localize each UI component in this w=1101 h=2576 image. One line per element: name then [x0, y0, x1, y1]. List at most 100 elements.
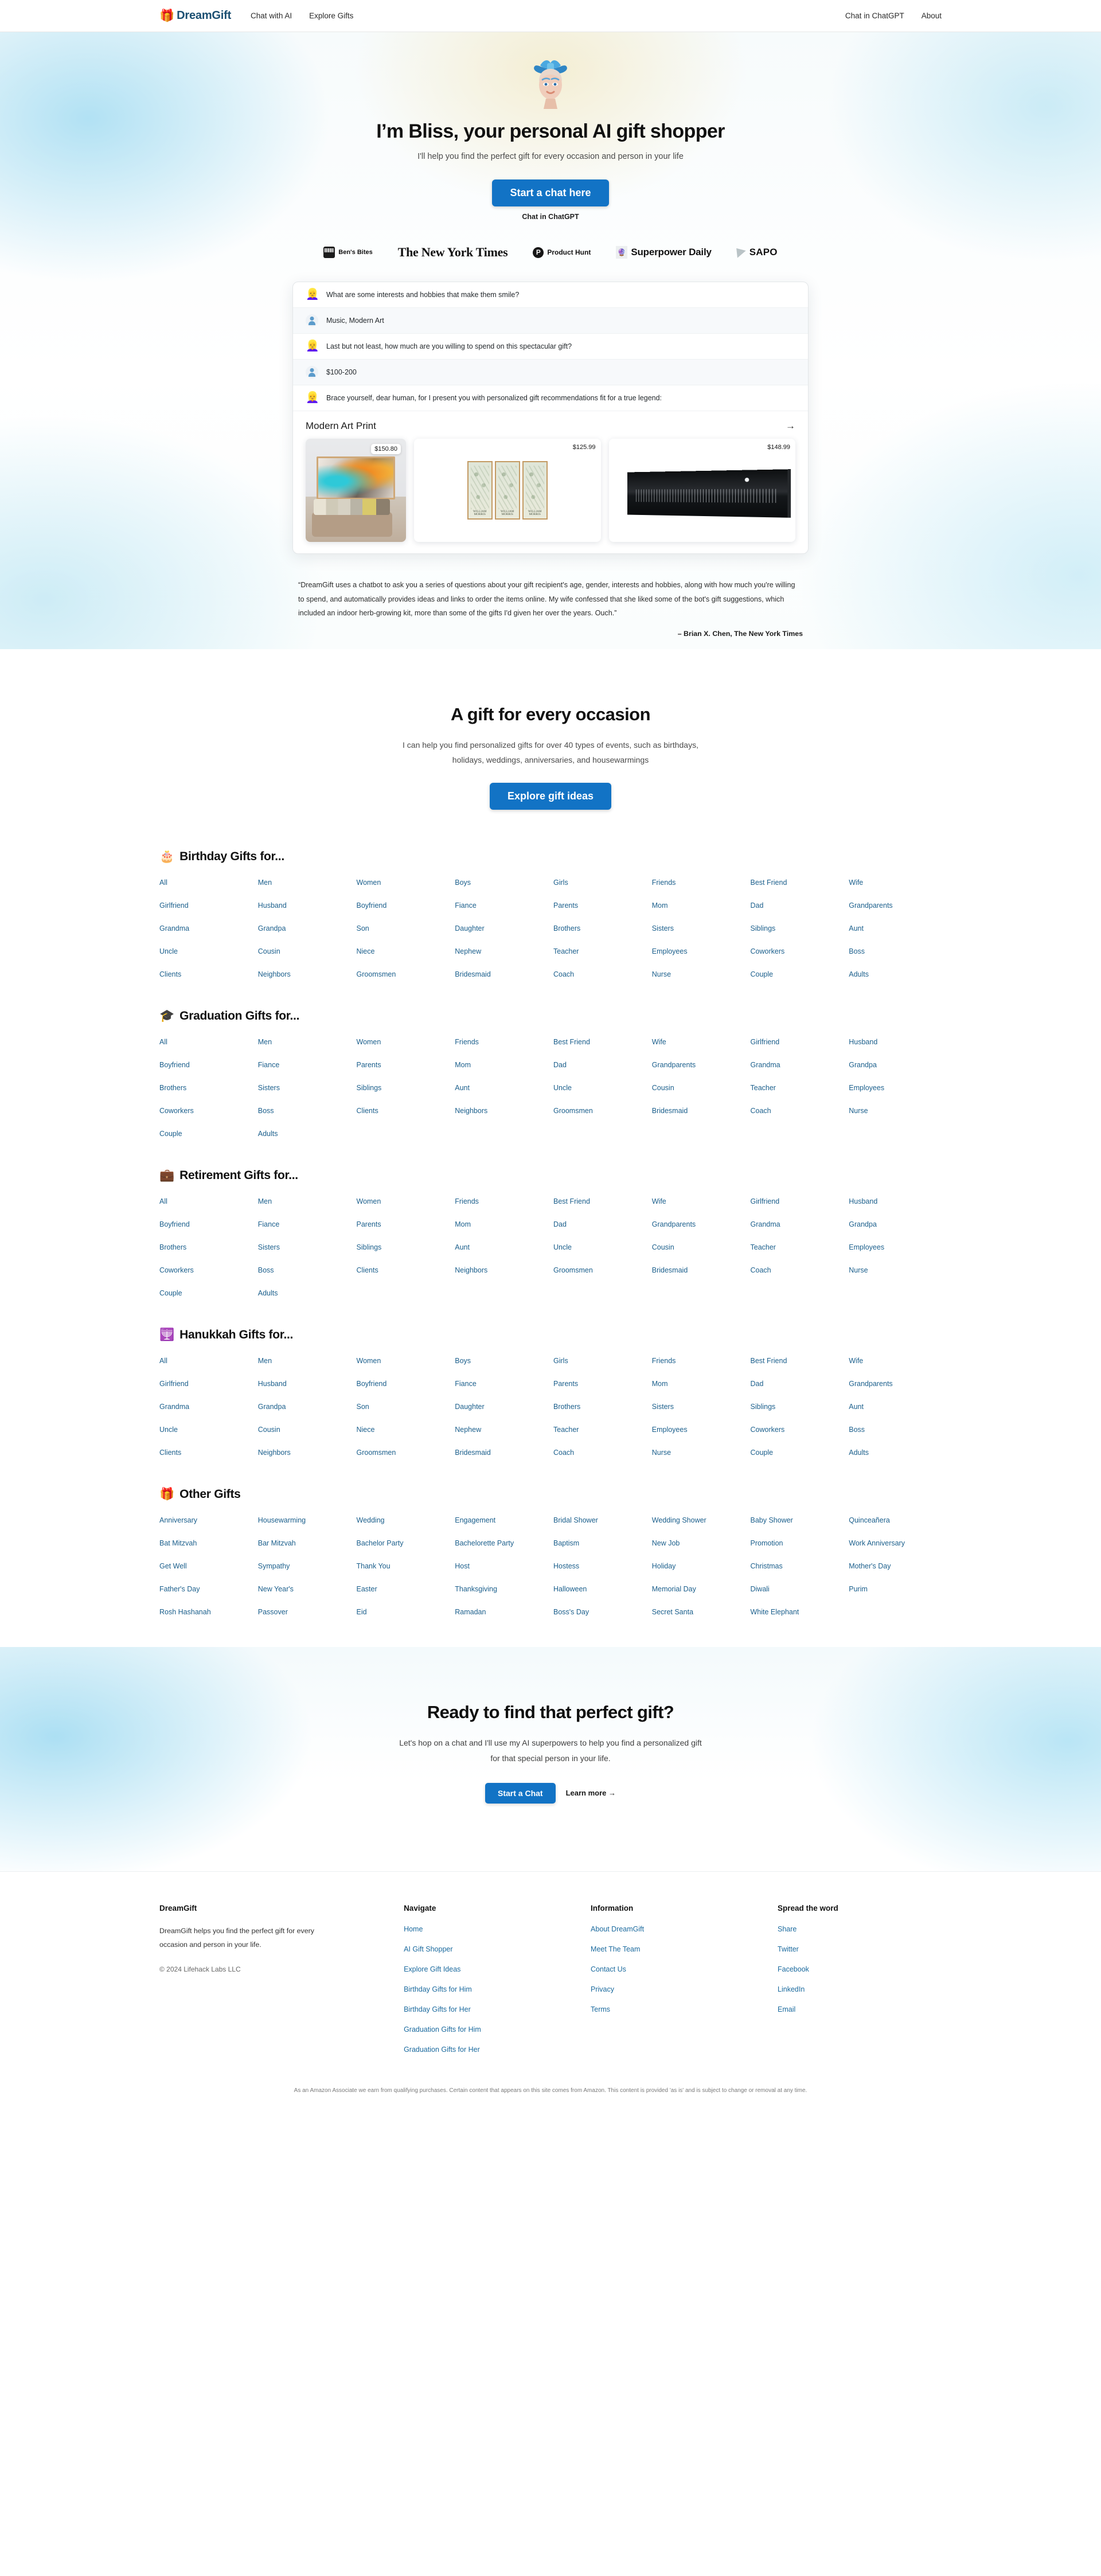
category-link[interactable]: Fiance	[455, 901, 548, 910]
press-logo-product-hunt[interactable]: P Product Hunt	[533, 247, 591, 258]
category-link[interactable]: Cousin	[652, 1084, 745, 1092]
category-link[interactable]: Bridal Shower	[553, 1516, 646, 1524]
category-link[interactable]: Nurse	[849, 1266, 942, 1274]
category-link[interactable]: Boss	[849, 947, 942, 955]
category-link[interactable]: Wife	[652, 1038, 745, 1046]
press-logo-superpower-daily[interactable]: 🔮 Superpower Daily	[616, 246, 711, 259]
category-link[interactable]: Host	[455, 1562, 548, 1570]
footer-link[interactable]: LinkedIn	[778, 1985, 805, 1993]
category-link[interactable]: Nurse	[849, 1107, 942, 1115]
category-link[interactable]: Sisters	[652, 1403, 745, 1411]
category-link[interactable]: Women	[357, 1038, 450, 1046]
category-link[interactable]: Coach	[553, 970, 646, 978]
category-link[interactable]: Best Friend	[751, 879, 844, 887]
category-link[interactable]: Coworkers	[159, 1266, 252, 1274]
category-link[interactable]: Adults	[258, 1289, 351, 1297]
footer-link[interactable]: About DreamGift	[591, 1925, 644, 1933]
category-link[interactable]: Mom	[455, 1061, 548, 1069]
start-a-chat-here-button[interactable]: Start a chat here	[492, 179, 608, 206]
category-link[interactable]: Grandpa	[849, 1220, 942, 1228]
category-link[interactable]: Cousin	[652, 1243, 745, 1251]
category-link[interactable]: Parents	[553, 1380, 646, 1388]
category-link[interactable]: Coworkers	[751, 947, 844, 955]
category-link[interactable]: All	[159, 1197, 252, 1205]
footer-link[interactable]: Meet The Team	[591, 1945, 640, 1953]
category-link[interactable]: Nephew	[455, 947, 548, 955]
category-link[interactable]: Thanksgiving	[455, 1585, 548, 1593]
category-link[interactable]: Niece	[357, 947, 450, 955]
footer-link[interactable]: Twitter	[778, 1945, 799, 1953]
category-link[interactable]: Bridesmaid	[455, 970, 548, 978]
category-link[interactable]: Baby Shower	[751, 1516, 844, 1524]
category-link[interactable]: All	[159, 1357, 252, 1365]
category-link[interactable]: Grandpa	[258, 1403, 351, 1411]
category-link[interactable]: Groomsmen	[553, 1107, 646, 1115]
category-link[interactable]: Boss	[258, 1266, 351, 1274]
category-link[interactable]: Boss	[849, 1426, 942, 1434]
category-link[interactable]: Coworkers	[159, 1107, 252, 1115]
category-link[interactable]: Son	[357, 924, 450, 932]
category-link[interactable]: Housewarming	[258, 1516, 351, 1524]
category-link[interactable]: Clients	[159, 970, 252, 978]
nav-chat-with-ai[interactable]: Chat with AI	[251, 11, 292, 20]
category-link[interactable]: Coach	[553, 1449, 646, 1457]
category-link[interactable]: Teacher	[553, 1426, 646, 1434]
category-link[interactable]: Grandpa	[849, 1061, 942, 1069]
footer-link[interactable]: Contact Us	[591, 1965, 626, 1973]
category-link[interactable]: Hostess	[553, 1562, 646, 1570]
category-link[interactable]: Girlfriend	[159, 901, 252, 910]
learn-more-link[interactable]: Learn more →	[566, 1789, 616, 1797]
category-link[interactable]: Grandparents	[849, 1380, 942, 1388]
press-logo-sapo[interactable]: SAPO	[737, 247, 778, 258]
category-link[interactable]: Teacher	[553, 947, 646, 955]
category-link[interactable]: Friends	[455, 1197, 548, 1205]
category-link[interactable]: Brothers	[159, 1084, 252, 1092]
nav-explore-gifts[interactable]: Explore Gifts	[309, 11, 353, 20]
start-a-chat-button[interactable]: Start a Chat	[485, 1783, 556, 1804]
category-link[interactable]: Grandma	[751, 1061, 844, 1069]
category-link[interactable]: Grandparents	[652, 1061, 745, 1069]
category-link[interactable]: Grandparents	[652, 1220, 745, 1228]
category-link[interactable]: Women	[357, 1197, 450, 1205]
category-link[interactable]: Parents	[357, 1061, 450, 1069]
category-link[interactable]: Boyfriend	[357, 901, 450, 910]
category-link[interactable]: Daughter	[455, 1403, 548, 1411]
category-link[interactable]: Husband	[849, 1197, 942, 1205]
category-link[interactable]: Dad	[553, 1220, 646, 1228]
category-link[interactable]: Brothers	[159, 1243, 252, 1251]
category-link[interactable]: Couple	[751, 1449, 844, 1457]
category-link[interactable]: Girlfriend	[751, 1038, 844, 1046]
category-link[interactable]: Friends	[652, 879, 745, 887]
category-link[interactable]: Boyfriend	[159, 1220, 252, 1228]
category-link[interactable]: Couple	[159, 1130, 252, 1138]
category-link[interactable]: Get Well	[159, 1562, 252, 1570]
category-link[interactable]: Bridesmaid	[652, 1107, 745, 1115]
category-link[interactable]: Mom	[652, 901, 745, 910]
category-link[interactable]: Best Friend	[553, 1197, 646, 1205]
category-link[interactable]: Grandparents	[849, 901, 942, 910]
category-link[interactable]: Thank You	[357, 1562, 450, 1570]
category-link[interactable]: Bachelorette Party	[455, 1539, 548, 1547]
category-link[interactable]: Siblings	[751, 924, 844, 932]
category-link[interactable]: Uncle	[159, 1426, 252, 1434]
arrow-right-icon[interactable]: →	[786, 420, 795, 432]
category-link[interactable]: Husband	[258, 901, 351, 910]
category-link[interactable]: Sisters	[258, 1084, 351, 1092]
category-link[interactable]: Bat Mitzvah	[159, 1539, 252, 1547]
category-link[interactable]: Clients	[357, 1107, 450, 1115]
category-link[interactable]: Mother's Day	[849, 1562, 942, 1570]
category-link[interactable]: All	[159, 1038, 252, 1046]
category-link[interactable]: Neighbors	[258, 1449, 351, 1457]
category-link[interactable]: Eid	[357, 1608, 450, 1616]
category-link[interactable]: Dad	[751, 901, 844, 910]
category-link[interactable]: Men	[258, 1197, 351, 1205]
footer-link[interactable]: Email	[778, 2005, 795, 2013]
category-link[interactable]: Memorial Day	[652, 1585, 745, 1593]
footer-link[interactable]: Graduation Gifts for Her	[404, 2046, 480, 2054]
category-link[interactable]: Wife	[849, 879, 942, 887]
category-link[interactable]: Clients	[159, 1449, 252, 1457]
category-link[interactable]: Men	[258, 1357, 351, 1365]
footer-link[interactable]: Privacy	[591, 1985, 614, 1993]
nav-about[interactable]: About	[922, 11, 942, 20]
footer-link[interactable]: Explore Gift Ideas	[404, 1965, 460, 1973]
